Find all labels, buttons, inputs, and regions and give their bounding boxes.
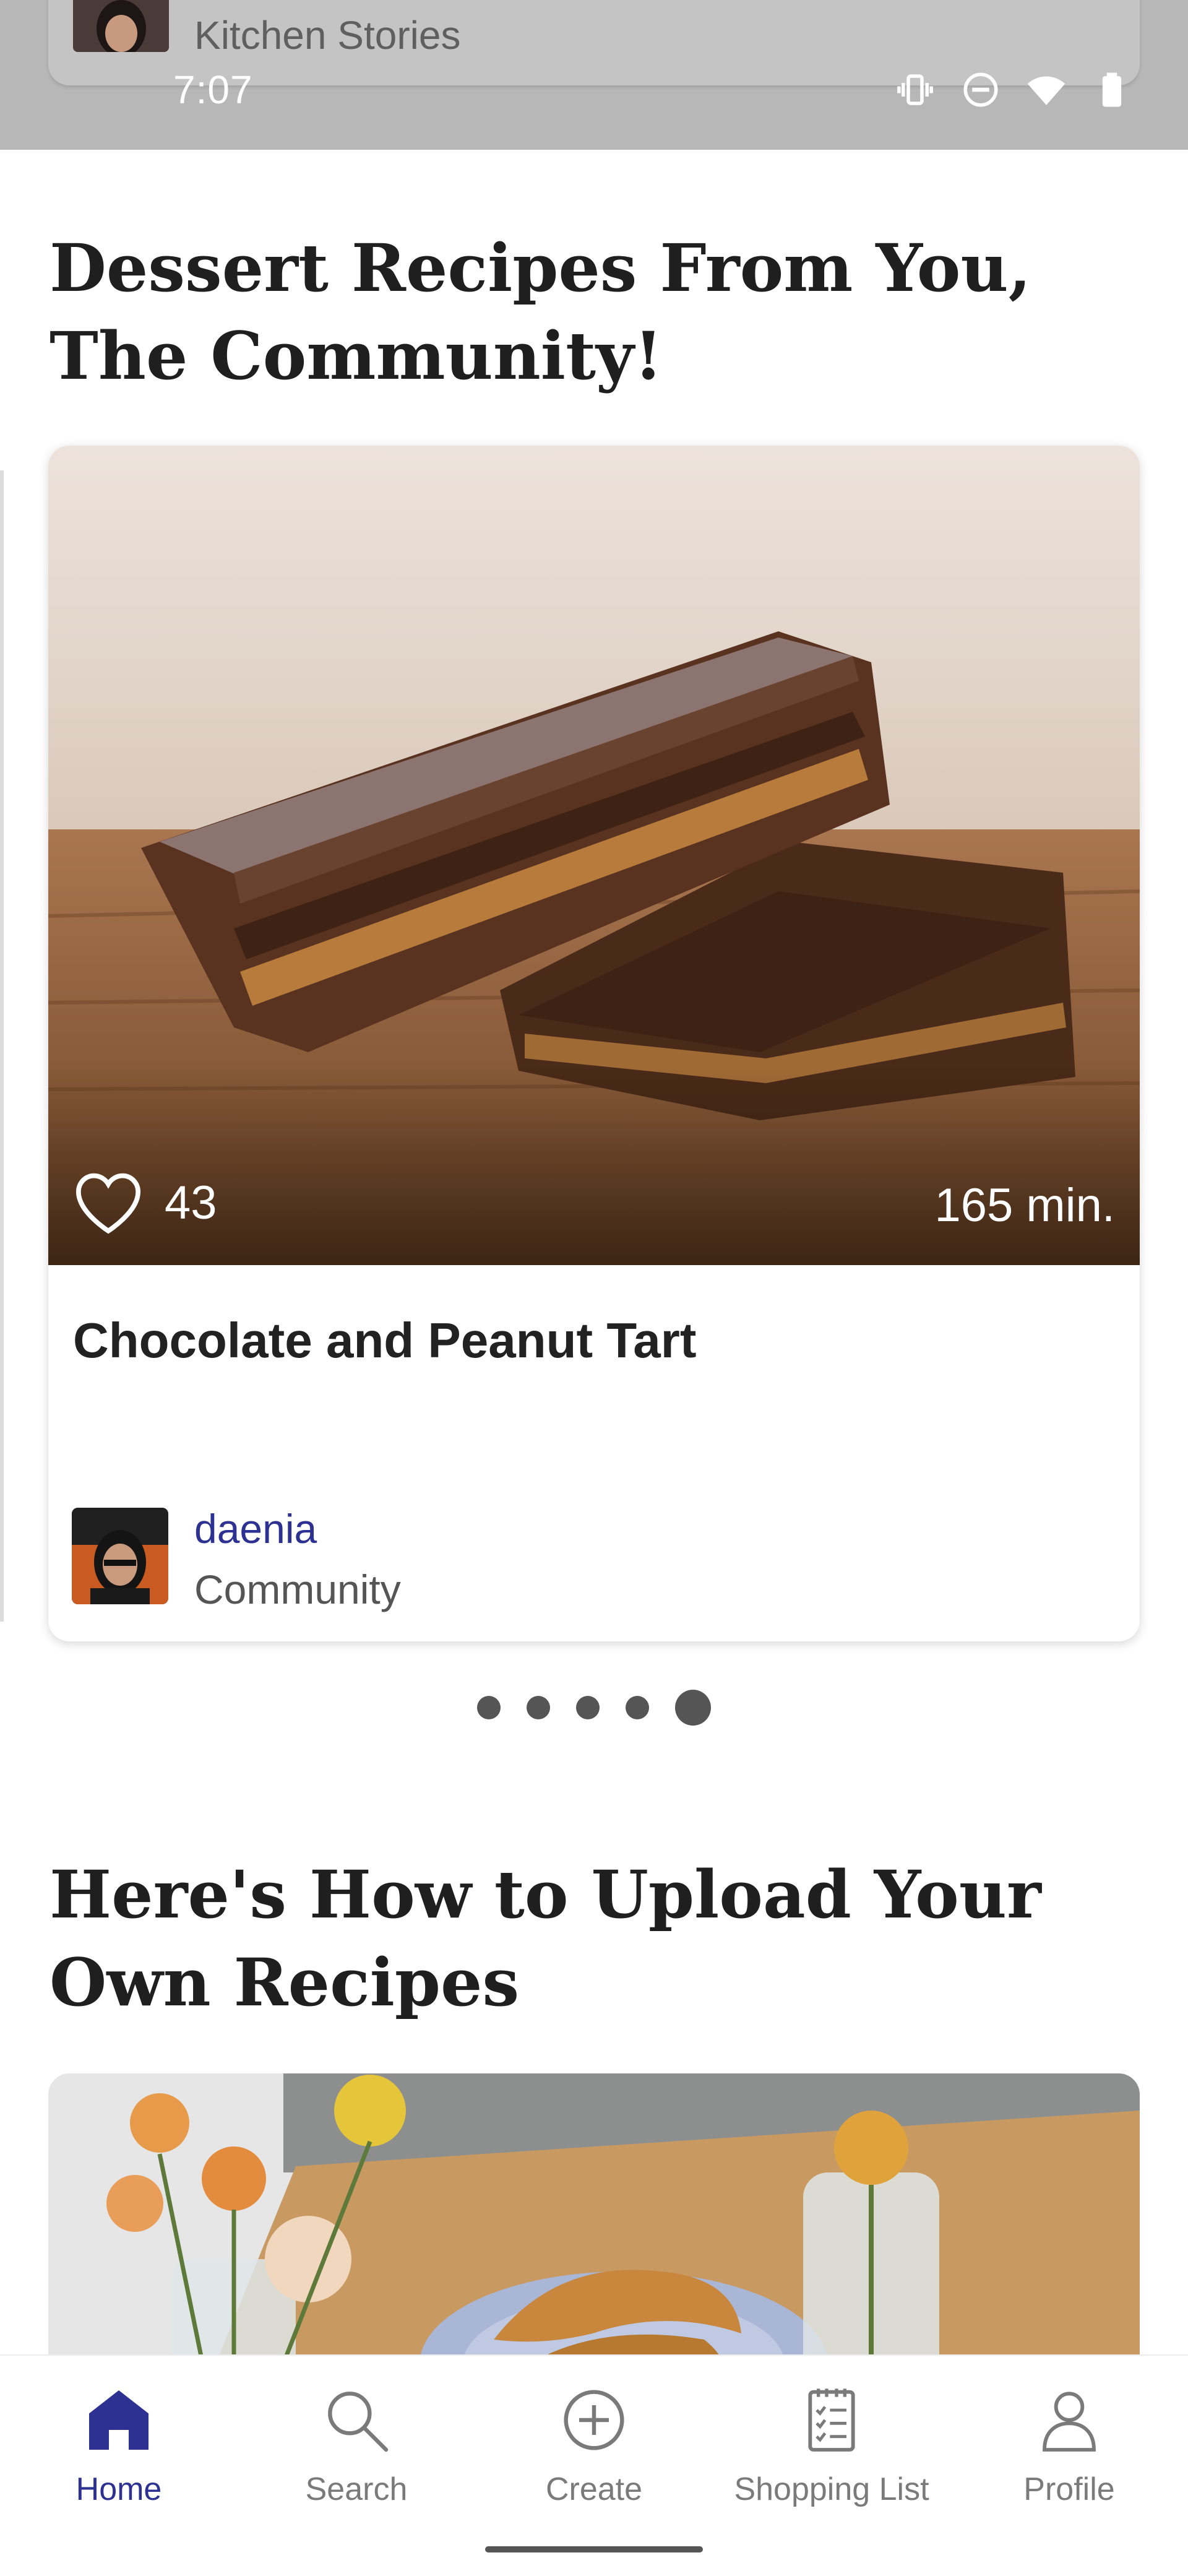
previous-card-title: Kitchen Stories (194, 13, 461, 58)
recipe-title: Chocolate and Peanut Tart (73, 1313, 697, 1368)
section-title-upload: Here's How to Upload Your Own Recipes (50, 1856, 1041, 2021)
nav-profile[interactable]: Profile (950, 2380, 1188, 2508)
like-button[interactable]: 43 (72, 1170, 217, 1235)
bottom-navigation: Home Search Create Shopping List Profile (0, 2354, 1188, 2576)
nav-home-label: Home (75, 2471, 162, 2507)
author-name-link[interactable]: daenia (194, 1505, 317, 1552)
vibrate-icon (895, 69, 936, 110)
likes-count: 43 (165, 1176, 217, 1229)
pager-dot[interactable] (477, 1696, 501, 1719)
upload-guide-photo (48, 2073, 1140, 2395)
nav-profile-label: Profile (1023, 2471, 1115, 2507)
checklist-icon (808, 2388, 855, 2452)
nav-create[interactable]: Create (475, 2380, 713, 2508)
author-avatar[interactable] (72, 1508, 168, 1604)
nav-shopping-list-label: Shopping List (734, 2471, 929, 2507)
upload-guide-card[interactable] (48, 2073, 1140, 2395)
home-indicator[interactable] (485, 2546, 703, 2552)
person-icon (1043, 2392, 1096, 2452)
status-icons (895, 69, 1132, 110)
nav-shopping-list[interactable]: Shopping List (713, 2380, 950, 2508)
pager-dot[interactable] (626, 1696, 649, 1719)
nav-search-label: Search (305, 2471, 408, 2507)
previous-card-avatar (73, 0, 169, 52)
pager-dot[interactable] (527, 1696, 550, 1719)
search-icon (328, 2392, 389, 2452)
status-time: 7:07 (173, 67, 253, 112)
recipe-duration: 165 min. (934, 1179, 1116, 1232)
pager-dot[interactable] (576, 1696, 600, 1719)
wifi-icon (1026, 69, 1067, 110)
section-title-dessert: Dessert Recipes From You, The Community! (50, 229, 1031, 394)
battery-icon (1091, 69, 1132, 110)
previous-carousel-card-edge[interactable] (0, 470, 4, 1622)
nav-create-label: Create (545, 2471, 643, 2507)
recipe-card[interactable]: 43 165 min. Chocolate and Peanut Tart da… (48, 446, 1140, 1641)
pager-dot[interactable] (675, 1690, 711, 1726)
carousel-pager (0, 1690, 1188, 1726)
nav-home[interactable]: Home (0, 2380, 238, 2508)
plus-circle-icon (564, 2390, 624, 2450)
recipe-photo (48, 446, 1140, 1265)
status-bar-area: Kitchen Stories 7:07 (0, 0, 1188, 150)
nav-search[interactable]: Search (238, 2380, 475, 2508)
home-icon (89, 2390, 148, 2450)
author-type: Community (194, 1567, 401, 1612)
heart-icon (75, 1173, 141, 1234)
do-not-disturb-icon (960, 69, 1001, 110)
